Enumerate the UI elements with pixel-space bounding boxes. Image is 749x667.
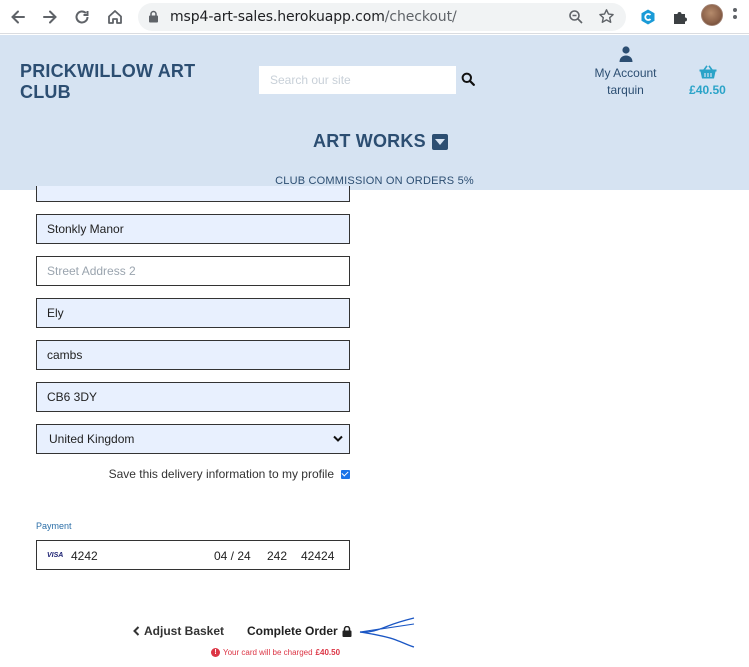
chevron-left-icon (133, 626, 140, 636)
street-address1-field[interactable] (36, 214, 350, 244)
save-info-label: Save this delivery information to my pro… (108, 467, 334, 481)
charge-amount: £40.50 (315, 648, 341, 657)
url-text: msp4-art-sales.herokuapp.com/checkout/ (170, 9, 457, 25)
street-address2-field[interactable] (36, 256, 350, 286)
search-input[interactable] (259, 66, 456, 94)
lock-icon (148, 10, 159, 28)
profile-avatar[interactable] (701, 4, 723, 26)
site-logo[interactable]: PRICKWILLOW ART CLUB (20, 61, 220, 103)
account-username: tarquin (607, 83, 644, 97)
adjust-basket-label: Adjust Basket (144, 624, 225, 638)
reload-icon[interactable] (70, 5, 94, 29)
zoom-icon[interactable] (568, 9, 584, 30)
caret-down-icon (431, 133, 448, 150)
charge-text: Your card will be charged (223, 648, 313, 657)
basket-total: £40.50 (689, 83, 726, 97)
save-info-row: Save this delivery information to my pro… (36, 467, 350, 481)
extension-icon[interactable] (636, 5, 660, 29)
site-header: PRICKWILLOW ART CLUB My Account tarquin … (0, 35, 749, 190)
address-bar[interactable]: msp4-art-sales.herokuapp.com/checkout/ (138, 3, 626, 31)
star-icon[interactable] (598, 8, 615, 30)
visa-icon: VISA (47, 552, 64, 559)
card-cvc[interactable]: 242 (267, 549, 287, 563)
annotation-scribble (359, 617, 415, 648)
charge-notice: ! Your card will be charged £40.50 (211, 648, 340, 657)
puzzle-icon[interactable] (668, 5, 692, 29)
postcode-field[interactable] (36, 382, 350, 412)
forward-icon[interactable] (38, 5, 62, 29)
payment-label: Payment (36, 521, 72, 531)
county-field[interactable] (36, 340, 350, 370)
card-element[interactable]: VISA 4242 04 / 24 242 42424 (36, 540, 350, 570)
country-select[interactable]: United Kingdom (36, 424, 350, 454)
alert-icon: ! (211, 648, 220, 657)
card-postal[interactable]: 42424 (301, 549, 334, 563)
card-expiry[interactable]: 04 / 24 (214, 549, 251, 563)
account-label: My Account (594, 66, 657, 80)
chevron-down-icon (333, 435, 343, 442)
basket-icon (699, 65, 716, 79)
user-icon (619, 46, 632, 62)
nav-artworks-dropdown[interactable]: ART WORKS (313, 131, 448, 152)
back-icon[interactable] (6, 5, 30, 29)
complete-order-label: Complete Order (247, 624, 338, 638)
phone-field-partial[interactable] (36, 186, 350, 202)
country-value: United Kingdom (49, 432, 135, 446)
lock-icon (342, 625, 352, 637)
adjust-basket-link[interactable]: Adjust Basket (133, 624, 224, 638)
account-link[interactable]: My Account tarquin (588, 46, 663, 99)
more-icon[interactable] (733, 8, 737, 26)
town-field[interactable] (36, 298, 350, 328)
search-icon[interactable] (461, 72, 479, 90)
card-number[interactable]: 4242 (71, 549, 98, 563)
home-icon[interactable] (103, 5, 127, 29)
basket-link[interactable]: £40.50 (685, 65, 730, 97)
nav-artworks-label: ART WORKS (313, 131, 426, 151)
complete-order-button[interactable]: Complete Order (247, 624, 352, 638)
save-info-checkbox[interactable] (341, 469, 350, 479)
browser-toolbar: msp4-art-sales.herokuapp.com/checkout/ (0, 0, 749, 34)
